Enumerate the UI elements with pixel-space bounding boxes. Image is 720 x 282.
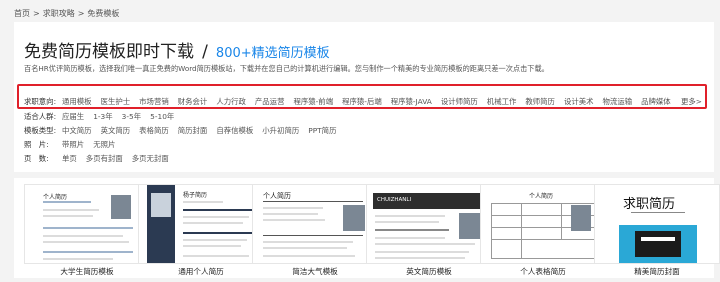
filter-option[interactable]: 设计美术 (564, 96, 594, 107)
thumbnail-heading: 个人简历 (43, 194, 68, 201)
filter-option[interactable]: 医生护士 (101, 96, 131, 107)
thumbnail-heading: 求职简历 (623, 197, 676, 212)
filter-option[interactable]: 应届生 (62, 111, 84, 122)
template-title[interactable]: 大学生简历模板 (24, 266, 150, 277)
filter-option[interactable]: 设计师简历 (441, 96, 478, 107)
filter-row-intent: 求职意向: 通用模板 医生护士 市场营销 财务会计 人力行政 产品运营 程序猿-… (24, 96, 680, 107)
thumbnail-heading: 杨子简历 (183, 192, 208, 199)
template-card[interactable]: 个人简历 个人表格简历 (480, 184, 606, 276)
thumbnail-heading: 个人简历 (529, 193, 554, 200)
avatar (111, 195, 131, 219)
filter-option[interactable]: 教师简历 (525, 96, 555, 107)
page-title-text: 免费简历模板即时下载 (24, 42, 194, 62)
filter-option[interactable]: 市场营销 (139, 96, 169, 107)
template-thumbnail[interactable]: 个人简历 (480, 184, 606, 264)
filter-option[interactable]: 通用模板 (62, 96, 92, 107)
template-thumbnail[interactable]: CHUIZHANLI (366, 184, 492, 264)
template-card[interactable]: 杨子简历 通用个人简历 (138, 184, 264, 276)
template-thumbnail[interactable]: 个人简历 (24, 184, 150, 264)
template-card[interactable]: 个人简历 简洁大气模板 (252, 184, 378, 276)
filter-label: 模板类型: (24, 126, 57, 135)
filter-option[interactable]: 小升初简历 (262, 125, 299, 136)
template-title[interactable]: 个人表格简历 (480, 266, 606, 277)
avatar (343, 205, 365, 231)
template-title[interactable]: 英文简历模板 (366, 266, 492, 277)
filter-option[interactable]: 人力行政 (216, 96, 246, 107)
template-card[interactable]: 个人简历 大学生简历模板 (24, 184, 150, 276)
filter-option[interactable]: 无照片 (93, 139, 115, 150)
breadcrumb-home[interactable]: 首页 (14, 9, 30, 18)
filter-row-type: 模板类型: 中文简历 英文简历 表格简历 简历封面 自荐信模板 小升初简历 PP… (24, 125, 345, 136)
filter-option[interactable]: 程序猿-JAVA (391, 96, 432, 107)
filter-option[interactable]: 3-5年 (122, 111, 141, 122)
breadcrumb-sep: > (33, 9, 40, 18)
filter-option[interactable]: 多页有封面 (86, 153, 123, 164)
filter-option[interactable]: 机械工作 (487, 96, 517, 107)
filter-option[interactable]: 程序猿-后端 (342, 96, 382, 107)
filter-option[interactable]: 财务会计 (178, 96, 208, 107)
breadcrumb-current: 免费模板 (87, 9, 120, 18)
template-title[interactable]: 通用个人简历 (138, 266, 264, 277)
filter-option[interactable]: 中文简历 (62, 125, 92, 136)
filter-row-pages: 页 数: 单页 多页有封面 多页无封面 (24, 153, 178, 164)
breadcrumb-sep: > (77, 9, 85, 18)
filter-label: 页 数: (24, 154, 49, 163)
more-intents-link[interactable]: 更多> (681, 96, 702, 107)
template-card[interactable]: CHUIZHANLI 英文简历模板 (366, 184, 492, 276)
filter-label: 适合人群: (24, 112, 57, 121)
filter-option[interactable]: 自荐信模板 (216, 125, 253, 136)
template-thumbnail[interactable]: 求职简历 (594, 184, 720, 264)
filter-option[interactable]: 程序猿-前端 (293, 96, 333, 107)
avatar (571, 205, 591, 231)
breadcrumb-guide[interactable]: 求职攻略 (43, 9, 75, 18)
filter-option[interactable]: PPT简历 (308, 125, 336, 136)
avatar (459, 213, 481, 239)
filter-option[interactable]: 英文简历 (101, 125, 131, 136)
template-title[interactable]: 简洁大气模板 (252, 266, 378, 277)
filter-option[interactable]: 物流运输 (603, 96, 633, 107)
filter-option[interactable]: 产品运营 (255, 96, 285, 107)
template-card[interactable]: 求职简历 精美简历封面 (594, 184, 720, 276)
filter-row-people: 适合人群: 应届生 1-3年 3-5年 5-10年 (24, 111, 183, 122)
page-title: 免费简历模板即时下载 / 800+精选简历模板 (24, 37, 330, 62)
template-cards: 个人简历 大学生简历模板 杨子简历 通用个人简历 个人简历 简洁大气模板 CHU… (14, 178, 720, 278)
filter-option[interactable]: 多页无封面 (132, 153, 169, 164)
filter-label: 求职意向: (24, 97, 57, 106)
thumbnail-heading: CHUIZHANLI (377, 197, 412, 203)
filter-option[interactable]: 带照片 (62, 139, 84, 150)
filter-option[interactable]: 5-10年 (150, 111, 174, 122)
page-description: 百名HR优评简历模板，选择我们唯一真正免费的Word简历模板站，下载并在您自己的… (24, 64, 549, 73)
thumbnail-heading: 个人简历 (263, 192, 291, 200)
filter-row-photo: 照 片: 带照片 无照片 (24, 139, 124, 150)
filter-option[interactable]: 1-3年 (93, 111, 112, 122)
template-thumbnail[interactable]: 个人简历 (252, 184, 378, 264)
filter-option[interactable]: 表格简历 (139, 125, 169, 136)
filter-option[interactable]: 单页 (62, 153, 77, 164)
filter-panel: 免费简历模板即时下载 / 800+精选简历模板 百名HR优评简历模板，选择我们唯… (14, 22, 714, 172)
title-separator: / (202, 42, 208, 62)
template-thumbnail[interactable]: 杨子简历 (138, 184, 264, 264)
template-title[interactable]: 精美简历封面 (594, 266, 720, 277)
templates-link[interactable]: 800+精选简历模板 (216, 46, 330, 61)
filter-option[interactable]: 简历封面 (178, 125, 208, 136)
filter-option[interactable]: 品牌媒体 (641, 96, 671, 107)
breadcrumb: 首页 > 求职攻略 > 免费模板 (14, 8, 122, 19)
avatar (151, 193, 171, 217)
filter-label: 照 片: (24, 140, 49, 149)
